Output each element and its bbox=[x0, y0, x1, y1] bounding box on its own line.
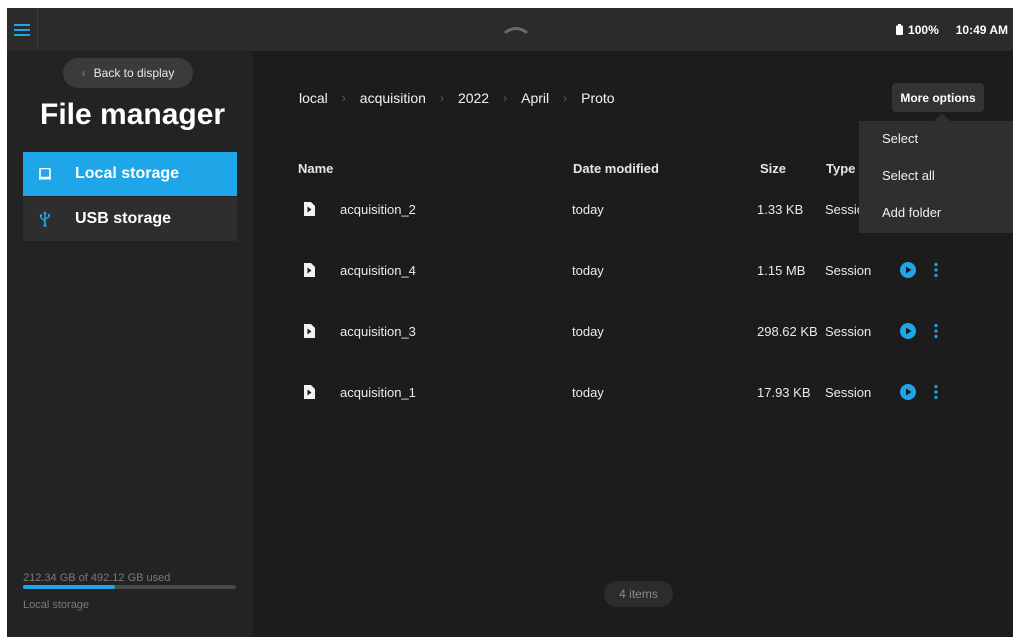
file-type: Session bbox=[825, 384, 872, 400]
play-icon[interactable] bbox=[900, 323, 916, 344]
file-date: today bbox=[572, 384, 604, 400]
file-size: 17.93 KB bbox=[757, 384, 811, 400]
battery-status: 100% bbox=[896, 23, 939, 37]
tablet-icon bbox=[36, 168, 54, 180]
table-row[interactable]: acquisition_3 today 298.62 KB Session bbox=[7, 311, 1013, 351]
session-file-icon bbox=[304, 385, 315, 404]
page-title: File manager bbox=[40, 98, 226, 131]
breadcrumb-item[interactable]: 2022 bbox=[458, 90, 489, 106]
table-row[interactable]: acquisition_1 today 17.93 KB Session bbox=[7, 372, 1013, 412]
chevron-right-icon: › bbox=[503, 91, 508, 105]
column-header-name[interactable]: Name bbox=[298, 161, 333, 176]
breadcrumb-item[interactable]: Proto bbox=[581, 90, 614, 106]
back-to-display-button[interactable]: ‹ Back to display bbox=[63, 58, 193, 88]
file-type: Session bbox=[825, 323, 872, 339]
back-button-label: Back to display bbox=[93, 66, 175, 80]
menu-item-add-folder[interactable]: Add folder bbox=[882, 205, 941, 220]
file-size: 1.33 KB bbox=[757, 201, 804, 217]
top-bar: 100% 10:49 AM bbox=[7, 8, 1013, 51]
more-options-menu: Select Select all Add folder bbox=[859, 121, 1013, 233]
file-date: today bbox=[572, 201, 604, 217]
pull-down-handle-icon[interactable] bbox=[504, 22, 528, 40]
breadcrumb: local › acquisition › 2022 › April › Proto bbox=[299, 90, 615, 106]
breadcrumb-item[interactable]: local bbox=[299, 90, 328, 106]
app-window: 100% 10:49 AM ‹ Back to display File man… bbox=[7, 8, 1013, 637]
file-date: today bbox=[572, 323, 604, 339]
column-header-date-modified[interactable]: Date modified bbox=[573, 161, 659, 176]
more-vert-icon[interactable] bbox=[934, 384, 938, 405]
file-size: 1.15 MB bbox=[757, 262, 806, 278]
menu-pointer bbox=[934, 113, 950, 121]
chevron-right-icon: › bbox=[563, 91, 568, 105]
file-name: acquisition_2 bbox=[340, 201, 416, 217]
column-header-size[interactable]: Size bbox=[760, 161, 786, 176]
sidebar-item-label: Local storage bbox=[75, 165, 180, 182]
battery-percent: 100% bbox=[908, 22, 939, 37]
chevron-right-icon: › bbox=[439, 91, 444, 105]
chevron-left-icon: ‹ bbox=[81, 66, 86, 80]
breadcrumb-item[interactable]: acquisition bbox=[360, 90, 426, 106]
file-date: today bbox=[572, 262, 604, 278]
file-name: acquisition_1 bbox=[340, 384, 416, 400]
item-count-badge: 4 items bbox=[604, 581, 673, 607]
session-file-icon bbox=[304, 202, 315, 221]
menu-item-select[interactable]: Select bbox=[882, 131, 918, 146]
battery-icon bbox=[896, 24, 904, 35]
storage-usage-text: 212.34 GB of 492.12 GB used bbox=[23, 572, 171, 584]
play-icon[interactable] bbox=[900, 262, 916, 283]
file-type: Session bbox=[825, 262, 872, 278]
chevron-right-icon: › bbox=[341, 91, 346, 105]
file-size: 298.62 KB bbox=[757, 323, 818, 339]
menu-icon[interactable] bbox=[7, 8, 38, 51]
file-name: acquisition_4 bbox=[340, 262, 416, 278]
play-icon[interactable] bbox=[900, 384, 916, 405]
menu-item-select-all[interactable]: Select all bbox=[882, 168, 935, 183]
session-file-icon bbox=[304, 324, 315, 343]
storage-usage-fill bbox=[23, 585, 115, 589]
storage-usage-bar bbox=[23, 585, 236, 589]
clock: 10:49 AM bbox=[955, 22, 1008, 37]
more-vert-icon[interactable] bbox=[934, 262, 938, 283]
session-file-icon bbox=[304, 263, 315, 282]
table-row[interactable]: acquisition_4 today 1.15 MB Session bbox=[7, 250, 1013, 290]
breadcrumb-item[interactable]: April bbox=[521, 90, 549, 106]
status-area: 100% 10:49 AM bbox=[896, 8, 1008, 51]
more-vert-icon[interactable] bbox=[934, 323, 938, 344]
storage-label: Local storage bbox=[23, 599, 90, 611]
more-options-button[interactable]: More options bbox=[892, 83, 984, 112]
file-name: acquisition_3 bbox=[340, 323, 416, 339]
column-header-type[interactable]: Type bbox=[826, 161, 855, 176]
